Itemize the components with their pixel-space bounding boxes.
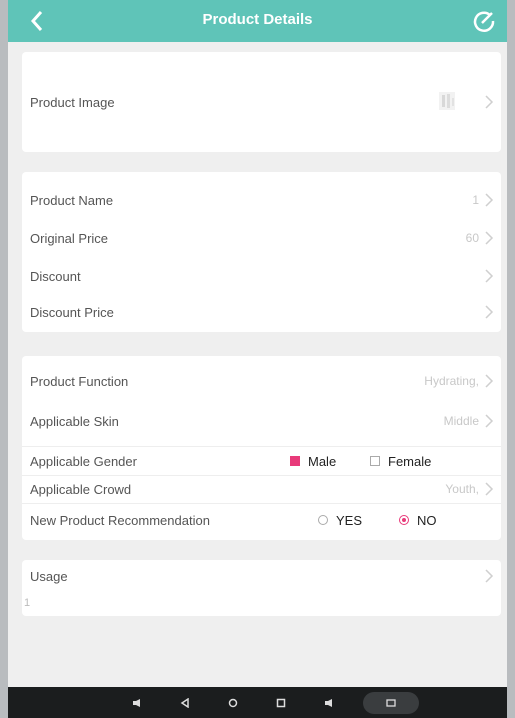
usage-row[interactable]: Usage xyxy=(22,564,501,588)
home-nav-button[interactable] xyxy=(224,694,242,712)
recommendation-no-label: NO xyxy=(417,512,437,528)
volume-down-button[interactable] xyxy=(128,694,146,712)
radio-selected-icon xyxy=(399,515,409,525)
gender-female-label: Female xyxy=(388,453,432,469)
speaker-icon xyxy=(325,699,332,707)
applicable-skin-value: Middle xyxy=(443,414,479,428)
volume-up-button[interactable] xyxy=(320,694,338,712)
system-navigation-bar xyxy=(8,687,507,718)
recommendation-yes-radio[interactable]: YES xyxy=(318,513,362,528)
checkbox-unchecked-icon xyxy=(370,456,380,466)
chevron-right-icon xyxy=(485,482,494,496)
basic-info-card: Product Name 1 Original Price 60 Discoun… xyxy=(22,172,501,332)
speaker-icon xyxy=(133,699,140,707)
original-price-row[interactable]: Original Price 60 xyxy=(22,220,501,256)
app-screen: Product Details Product Image Product Na… xyxy=(8,0,507,718)
product-function-label: Product Function xyxy=(30,373,129,389)
divider xyxy=(22,446,501,447)
new-product-recommendation-row: New Product Recommendation YES NO xyxy=(22,506,501,534)
radio-unselected-icon xyxy=(318,515,328,525)
circle-home-icon xyxy=(228,698,238,708)
product-image-card: Product Image xyxy=(22,52,501,152)
screenshot-button[interactable] xyxy=(363,692,419,714)
applicable-gender-row: Applicable Gender Male Female xyxy=(22,448,501,474)
chevron-right-icon xyxy=(485,305,494,319)
applicable-skin-row[interactable]: Applicable Skin Middle xyxy=(22,404,501,438)
attributes-card: Product Function Hydrating, Applicable S… xyxy=(22,356,501,540)
product-function-value: Hydrating, xyxy=(424,374,479,388)
chevron-right-icon xyxy=(485,374,494,388)
chevron-right-icon xyxy=(485,414,494,428)
gender-female-checkbox[interactable]: Female xyxy=(370,454,431,469)
gender-male-label: Male xyxy=(308,453,337,469)
checkbox-checked-icon xyxy=(290,456,300,466)
original-price-label: Original Price xyxy=(30,230,109,246)
recommendation-no-radio[interactable]: NO xyxy=(399,513,437,528)
discount-row[interactable]: Discount xyxy=(22,258,501,294)
back-nav-button[interactable] xyxy=(176,694,194,712)
triangle-back-icon xyxy=(180,698,189,708)
square-recents-icon xyxy=(276,698,286,708)
product-thumbnail[interactable] xyxy=(437,90,457,112)
applicable-crowd-value: Youth, xyxy=(445,482,479,496)
product-name-value: 1 xyxy=(472,193,479,207)
product-image-label: Product Image xyxy=(30,94,115,110)
product-image-row[interactable]: Product Image xyxy=(22,52,501,152)
applicable-crowd-label: Applicable Crowd xyxy=(30,481,132,497)
discount-price-row[interactable]: Discount Price xyxy=(22,294,501,330)
chevron-right-icon xyxy=(485,193,494,207)
recents-nav-button[interactable] xyxy=(272,694,290,712)
applicable-crowd-row[interactable]: Applicable Crowd Youth, xyxy=(22,476,501,502)
title-bar: Product Details xyxy=(8,0,507,42)
product-name-row[interactable]: Product Name 1 xyxy=(22,182,501,218)
product-name-label: Product Name xyxy=(30,192,114,208)
chevron-right-icon xyxy=(485,569,494,583)
page-title: Product Details xyxy=(202,11,313,28)
divider xyxy=(22,503,501,504)
original-price-value: 60 xyxy=(465,231,479,245)
usage-label: Usage xyxy=(30,568,68,584)
gender-male-checkbox[interactable]: Male xyxy=(290,454,336,469)
screenshot-icon xyxy=(386,699,396,707)
product-function-row[interactable]: Product Function Hydrating, xyxy=(22,364,501,398)
usage-value: 1 xyxy=(24,597,31,609)
new-product-recommendation-label: New Product Recommendation xyxy=(30,512,210,528)
recommendation-yes-label: YES xyxy=(336,512,363,528)
applicable-gender-label: Applicable Gender xyxy=(30,453,137,469)
discount-price-label: Discount Price xyxy=(30,304,114,320)
discount-label: Discount xyxy=(30,268,81,284)
chevron-right-icon xyxy=(485,231,494,245)
chevron-right-icon xyxy=(485,269,494,283)
edit-button[interactable] xyxy=(469,5,499,37)
edit-circle-icon xyxy=(473,11,495,32)
chevron-right-icon xyxy=(485,95,494,109)
applicable-skin-label: Applicable Skin xyxy=(30,413,119,429)
usage-card: Usage 1 xyxy=(22,560,501,616)
